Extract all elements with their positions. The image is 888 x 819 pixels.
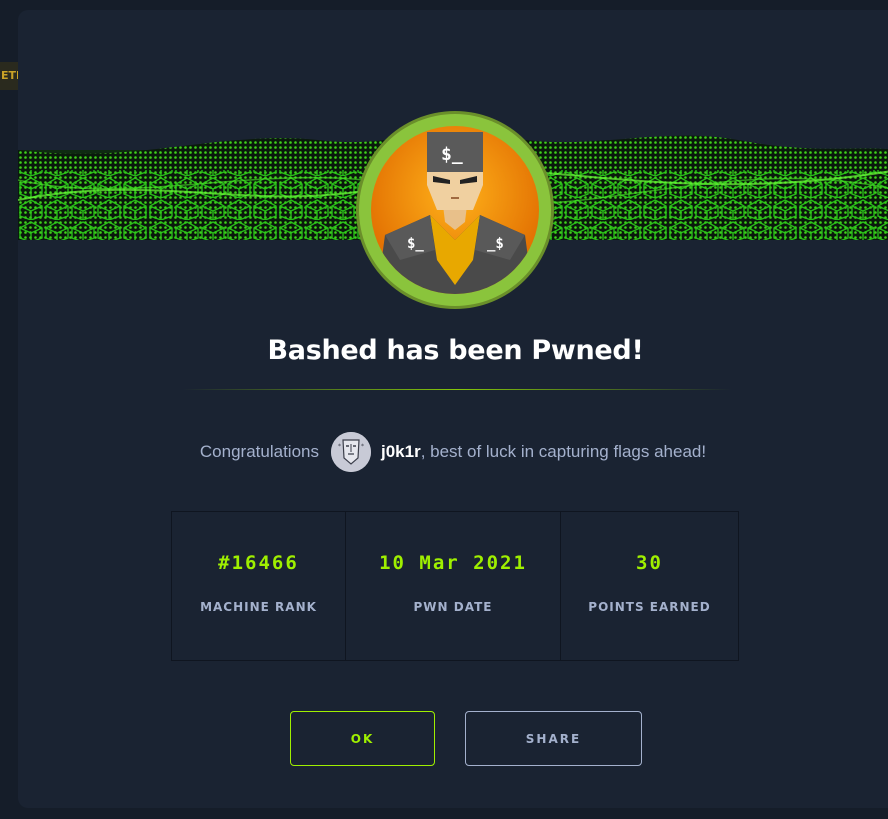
svg-text:$_: $_: [441, 144, 463, 165]
congrats-suffix: , best of luck in capturing flags ahead!: [420, 442, 707, 461]
pwn-date-label: PWN DATE: [413, 600, 493, 614]
modal-title: Bashed has been Pwned!: [267, 335, 644, 366]
share-button[interactable]: SHARE: [465, 711, 642, 766]
svg-text:$_: $_: [407, 236, 424, 252]
machine-rank-label: MACHINE RANK: [200, 600, 317, 614]
points-earned-value: 30: [636, 552, 663, 574]
machine-avatar: $_ _$ $_: [356, 111, 554, 309]
congrats-prefix: Congratulations: [199, 442, 319, 461]
pwned-modal: $_ _$ $_ Bashed has been Pwned! Congratu…: [18, 10, 888, 808]
points-earned-label: POINTS EARNED: [588, 600, 711, 614]
machine-rank-value: #16466: [218, 552, 299, 574]
congrats-line: Congratulations * * j0k1r , best of luck…: [18, 432, 888, 472]
pwn-date-value: 10 Mar 2021: [379, 552, 527, 574]
title-divider: [182, 389, 732, 390]
stat-machine-rank: #16466 MACHINE RANK: [172, 512, 346, 660]
svg-text:*: *: [361, 443, 364, 450]
stat-pwn-date: 10 Mar 2021 PWN DATE: [346, 512, 561, 660]
user-avatar-icon: * *: [330, 432, 371, 472]
svg-text:_$: _$: [487, 236, 504, 252]
username[interactable]: j0k1r: [381, 442, 421, 462]
stat-points-earned: 30 POINTS EARNED: [561, 512, 738, 660]
stats-panel: #16466 MACHINE RANK 10 Mar 2021 PWN DATE…: [171, 511, 739, 661]
ok-button[interactable]: OK: [290, 711, 435, 766]
svg-text:*: *: [338, 443, 341, 450]
user-avatar: * *: [330, 432, 371, 472]
